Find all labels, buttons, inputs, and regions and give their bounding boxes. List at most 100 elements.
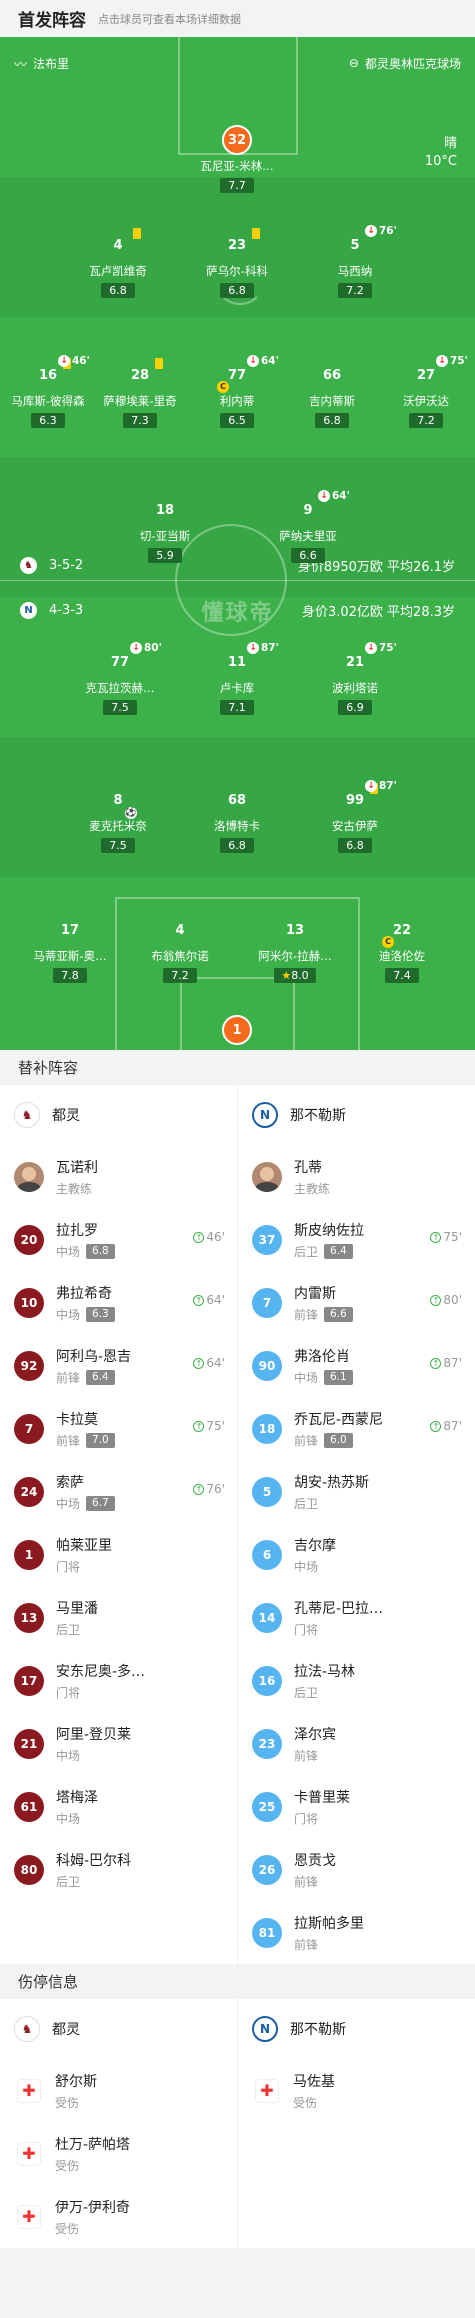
away-player-0[interactable]: 77 ↓ 80' 克瓦拉茨赫… 7.5 — [80, 642, 162, 715]
sub-player-row[interactable]: 26 恩贡戈 前锋 — [238, 1838, 474, 1901]
home-team-header[interactable]: ♞ 都灵 — [0, 1085, 237, 1145]
away-player-6[interactable]: 17 马蒂亚斯-奥… 7.8 — [30, 915, 110, 983]
player-name: 克瓦拉茨赫… — [85, 681, 155, 695]
player-number: 7 — [14, 1413, 44, 1444]
away-player-3[interactable]: 8 ⚽ 麦克托米奈 7.5 — [78, 785, 158, 853]
home-player-5[interactable]: 28 萨穆埃莱-里奇 7.3 — [100, 358, 180, 428]
injury-row[interactable]: ✚ 舒尔斯 受伤 — [0, 2059, 237, 2122]
rating-value: 7.3 — [131, 414, 149, 427]
away-player-5[interactable]: 99 ↓ 87' 安古伊萨 6.8 — [315, 780, 397, 853]
player-rating: 7.2 — [409, 413, 443, 428]
sub-minute: 64' — [261, 355, 279, 367]
sub-player-row[interactable]: 81 拉斯帕多里 前锋 — [238, 1901, 474, 1964]
player-number: 68 — [222, 785, 252, 815]
home-player-7[interactable]: 66 吉内蒂斯 6.8 — [292, 360, 372, 428]
sub-player-row[interactable]: 24 索萨 中场 6.7 ↑ 76' — [0, 1460, 237, 1523]
player-name: 安东尼奥-多… — [56, 1663, 146, 1680]
player-number: 92 — [14, 1350, 44, 1381]
player-rating: 7.1 — [220, 700, 254, 715]
away-team-header[interactable]: N 那不勒斯 — [238, 1085, 474, 1145]
sub-player-row[interactable]: 92 阿利乌-恩吉 前锋 6.4 ↑ 64' — [0, 1334, 237, 1397]
player-name: 恩贡戈 — [294, 1852, 336, 1869]
away-player-7[interactable]: 4 布翁焦尔诺 7.2 — [140, 915, 220, 983]
sub-player-row[interactable]: 7 内雷斯 前锋 6.6 ↑ 80' — [238, 1271, 474, 1334]
player-rating: 6.8 — [220, 283, 254, 298]
away-subs-column: N 那不勒斯 孔蒂 主教练 37 斯皮纳佐拉 后卫 6.4 ↑ 75' 7 内雷斯 前锋 6.6 ↑ 80… — [237, 1085, 474, 1964]
away-team-header[interactable]: N 那不勒斯 — [238, 1999, 474, 2059]
home-player-6[interactable]: 77 C ↓ 64' 利内蒂 6.5 — [197, 355, 279, 428]
player-rating: 7.7 — [220, 178, 254, 193]
player-number: 17 — [14, 1665, 44, 1696]
player-info: 伊万-伊利奇 受伤 — [55, 2197, 130, 2237]
away-formation: 4-3-3 — [49, 602, 84, 618]
home-player-1[interactable]: 4 瓦卢凯维奇 6.8 — [78, 228, 158, 298]
player-rating: 6.8 — [338, 838, 372, 853]
player-number: 1 — [14, 1539, 44, 1570]
home-player-10[interactable]: 9 ↓ 64' 萨纳夫里亚 6.6 — [268, 490, 350, 563]
player-name: 孔蒂尼-巴拉… — [294, 1600, 384, 1617]
player-meta: 中场 — [56, 1810, 98, 1827]
home-player-0[interactable]: 32 瓦尼亚-米林… 7.7 — [197, 125, 277, 193]
sub-player-row[interactable]: 16 拉法-马林 后卫 — [238, 1649, 474, 1712]
away-player-4[interactable]: 68 洛博特卡 6.8 — [197, 785, 277, 853]
player-name: 塔梅泽 — [56, 1789, 98, 1806]
home-player-9[interactable]: 18 切-亚当斯 5.9 — [125, 495, 205, 563]
sub-arrow-icon: ↑ — [193, 1357, 205, 1369]
sub-arrow-icon: ↑ — [430, 1231, 442, 1243]
player-number-text: 27 — [416, 367, 436, 383]
sub-player-row[interactable]: 6 吉尔摩 中场 — [238, 1523, 474, 1586]
player-info: 拉扎罗 中场 6.8 — [56, 1220, 115, 1260]
sub-arrow-icon: ↑ — [193, 1483, 205, 1495]
sub-player-row[interactable]: 20 拉扎罗 中场 6.8 ↑ 46' — [0, 1208, 237, 1271]
rating-value: 7.2 — [346, 284, 364, 297]
home-player-2[interactable]: 23 萨乌尔-科科 6.8 — [197, 228, 277, 298]
home-team-name: 都灵 — [52, 2022, 80, 2038]
sub-player-row[interactable]: 17 安东尼奥-多… 门将 — [0, 1649, 237, 1712]
player-number-text: 1 — [232, 1022, 242, 1038]
player-name: 拉扎罗 — [56, 1222, 98, 1239]
sub-player-row[interactable]: 13 马里潘 后卫 — [0, 1586, 237, 1649]
player-position: 后卫 — [56, 1622, 81, 1637]
sub-player-row[interactable]: 37 斯皮纳佐拉 后卫 6.4 ↑ 75' — [238, 1208, 474, 1271]
player-position: 中场 — [56, 1811, 81, 1826]
sub-player-row[interactable]: 1 帕莱亚里 门将 — [0, 1523, 237, 1586]
sub-arrow-icon: ↑ — [193, 1420, 205, 1432]
sub-player-row[interactable]: 23 泽尔宾 前锋 — [238, 1712, 474, 1775]
sub-player-row[interactable]: 7 卡拉莫 前锋 7.0 ↑ 75' — [0, 1397, 237, 1460]
player-name: 乔瓦尼-西蒙尼 — [294, 1411, 384, 1428]
sub-player-row[interactable]: 14 孔蒂尼-巴拉… 门将 — [238, 1586, 474, 1649]
away-coach[interactable]: 孔蒂 主教练 — [238, 1145, 474, 1208]
away-player-2[interactable]: 21 ↓ 75' 波利塔诺 6.9 — [315, 642, 397, 715]
sub-player-row[interactable]: 21 阿里-登贝莱 中场 — [0, 1712, 237, 1775]
sub-arrow-icon: ↓ — [247, 355, 259, 367]
home-player-8[interactable]: 27 ↓ 75' 沃伊沃达 7.2 — [386, 355, 468, 428]
player-rating: 7.2 — [338, 283, 372, 298]
sub-on-indicator: ↑ 87' — [430, 1356, 462, 1370]
player-name: 卡拉莫 — [56, 1411, 98, 1428]
sub-player-row[interactable]: 10 弗拉希奇 中场 6.3 ↑ 64' — [0, 1271, 237, 1334]
player-name: 科姆-巴尔科 — [56, 1852, 132, 1869]
home-coach[interactable]: 瓦诺利 主教练 — [0, 1145, 237, 1208]
away-player-1[interactable]: 11 ↓ 87' 卢卡库 7.1 — [197, 642, 279, 715]
injury-row[interactable]: ✚ 马佐基 受伤 — [238, 2059, 474, 2122]
sub-player-row[interactable]: 61 塔梅泽 中场 — [0, 1775, 237, 1838]
sub-player-row[interactable]: 5 胡安-热苏斯 后卫 — [238, 1460, 474, 1523]
player-info: 杜万-萨帕塔 受伤 — [55, 2134, 130, 2174]
sub-player-row[interactable]: 18 乔瓦尼-西蒙尼 前锋 6.0 ↑ 87' — [238, 1397, 474, 1460]
sub-player-row[interactable]: 25 卡普里莱 门将 — [238, 1775, 474, 1838]
player-name: 瓦卢凯维奇 — [89, 264, 147, 278]
sub-player-row[interactable]: 90 弗洛伦肖 中场 6.1 ↑ 87' — [238, 1334, 474, 1397]
player-number: 4 — [103, 228, 141, 260]
sub-player-row[interactable]: 80 科姆-巴尔科 后卫 — [0, 1838, 237, 1901]
away-player-8[interactable]: 13 阿米尔-拉赫… ★8.0 — [255, 915, 335, 983]
home-player-4[interactable]: 16 ↓ 46' 马库斯-彼得森 6.3 — [8, 355, 90, 428]
away-player-9[interactable]: 22 C 迪洛伦佐 7.4 — [362, 915, 442, 983]
injury-row[interactable]: ✚ 伊万-伊利奇 受伤 — [0, 2185, 237, 2248]
home-team-header[interactable]: ♞ 都灵 — [0, 1999, 237, 2059]
away-player-10[interactable]: 1梅雷特7.4 — [197, 1015, 277, 1050]
player-info: 卡拉莫 前锋 7.0 — [56, 1409, 115, 1449]
player-number: 14 — [252, 1602, 282, 1633]
home-player-3[interactable]: 5 ↓ 76' 马西纳 7.2 — [315, 225, 397, 298]
injury-row[interactable]: ✚ 杜万-萨帕塔 受伤 — [0, 2122, 237, 2185]
player-info: 斯皮纳佐拉 后卫 6.4 — [294, 1220, 364, 1260]
